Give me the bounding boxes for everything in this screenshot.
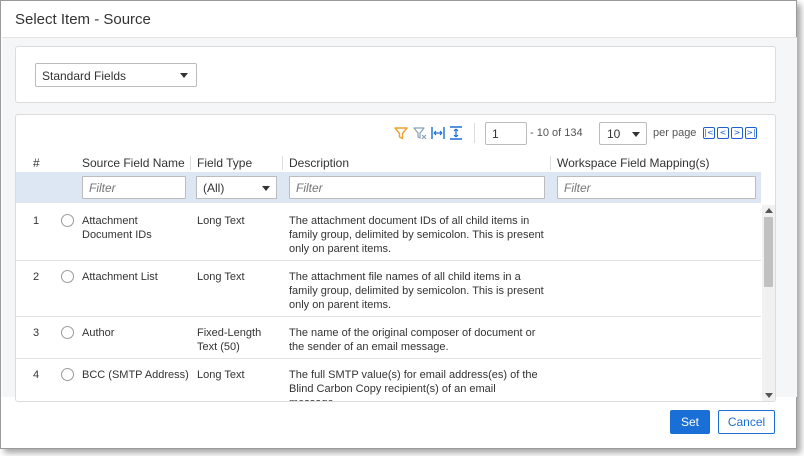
field-type: Long Text (197, 271, 245, 283)
source-field-name: Attachment Document IDs (82, 215, 152, 241)
fields-grid: - 10 of 134 10 per page |< < > >| # Sour… (15, 114, 776, 402)
row-number: 2 (33, 271, 40, 283)
first-page-button[interactable]: |< (703, 127, 715, 139)
field-description: The full SMTP value(s) for email address… (289, 369, 538, 401)
field-description: The attachment document IDs of all child… (289, 215, 544, 255)
page-number-input[interactable] (485, 122, 527, 145)
next-page-button[interactable]: > (731, 127, 743, 139)
chevron-right-icon: > (733, 128, 741, 137)
field-set-panel: Standard Fields (15, 46, 776, 103)
description-filter-input[interactable] (289, 176, 545, 199)
fit-rows-icon[interactable] (449, 126, 463, 140)
column-divider[interactable] (550, 156, 551, 170)
chevron-down-icon (262, 186, 270, 191)
table-row[interactable]: 3 Author Fixed-Length Text (50) The name… (16, 317, 761, 359)
clear-filter-icon[interactable] (413, 126, 427, 140)
source-field-name: Author (82, 327, 115, 339)
fit-columns-icon[interactable] (431, 126, 445, 140)
table-row[interactable]: 2 Attachment List Long Text The attachme… (16, 261, 761, 317)
filter-row: (All) (16, 172, 761, 203)
column-divider[interactable] (190, 156, 191, 170)
field-description: The name of the original composer of doc… (289, 327, 536, 353)
column-header-source-field-name[interactable]: Source Field Name (82, 156, 185, 170)
cancel-button[interactable]: Cancel (718, 410, 775, 434)
source-field-name: BCC (SMTP Address) (82, 369, 189, 381)
column-divider[interactable] (282, 156, 283, 170)
per-page-label: per page (653, 127, 697, 139)
field-type-filter-dropdown[interactable]: (All) (196, 176, 277, 199)
table-row[interactable]: 4 BCC (SMTP Address) Long Text The full … (16, 359, 761, 401)
chevron-down-icon (180, 73, 188, 78)
first-page-icon: |< (704, 128, 714, 137)
grid-scrollbar[interactable] (762, 205, 775, 401)
mapping-filter-input[interactable] (557, 176, 756, 199)
last-page-button[interactable]: >| (745, 127, 757, 139)
field-type: Long Text (197, 369, 245, 381)
row-number: 1 (33, 215, 40, 227)
field-type: Fixed-Length Text (50) (197, 327, 262, 353)
row-number: 4 (33, 369, 40, 381)
column-header-description[interactable]: Description (289, 156, 349, 170)
dialog-title: Select Item - Source (15, 11, 151, 28)
column-header-field-type[interactable]: Field Type (197, 156, 252, 170)
field-description: The attachment file names of all child i… (289, 271, 544, 311)
row-radio[interactable] (61, 270, 74, 283)
source-field-filter-input[interactable] (82, 176, 186, 199)
scroll-down-icon[interactable] (765, 393, 773, 398)
page-range-text: - 10 of 134 (530, 127, 583, 139)
scroll-up-icon[interactable] (765, 208, 773, 213)
column-header-number[interactable]: # (33, 156, 40, 170)
field-set-dropdown[interactable]: Standard Fields (35, 63, 197, 87)
per-page-dropdown[interactable]: 10 (599, 122, 647, 145)
prev-page-button[interactable]: < (717, 127, 729, 139)
row-radio[interactable] (61, 214, 74, 227)
column-header-workspace-mapping[interactable]: Workspace Field Mapping(s) (557, 156, 710, 170)
chevron-left-icon: < (719, 128, 727, 137)
row-radio[interactable] (61, 326, 74, 339)
select-item-dialog: Select Item - Source Standard Fields - 1… (0, 0, 797, 449)
source-field-name: Attachment List (82, 271, 158, 283)
table-row[interactable]: 1 Attachment Document IDs Long Text The … (16, 205, 761, 261)
filter-icon[interactable] (394, 126, 408, 140)
last-page-icon: >| (746, 128, 756, 137)
set-button[interactable]: Set (670, 410, 710, 434)
toolbar-divider (474, 123, 475, 143)
chevron-down-icon (632, 132, 640, 137)
field-type-filter-value: (All) (203, 181, 225, 195)
row-number: 3 (33, 327, 40, 339)
field-type: Long Text (197, 215, 245, 227)
field-set-selected: Standard Fields (42, 69, 127, 83)
row-radio[interactable] (61, 368, 74, 381)
per-page-value: 10 (607, 127, 621, 141)
scrollbar-thumb[interactable] (764, 217, 773, 287)
